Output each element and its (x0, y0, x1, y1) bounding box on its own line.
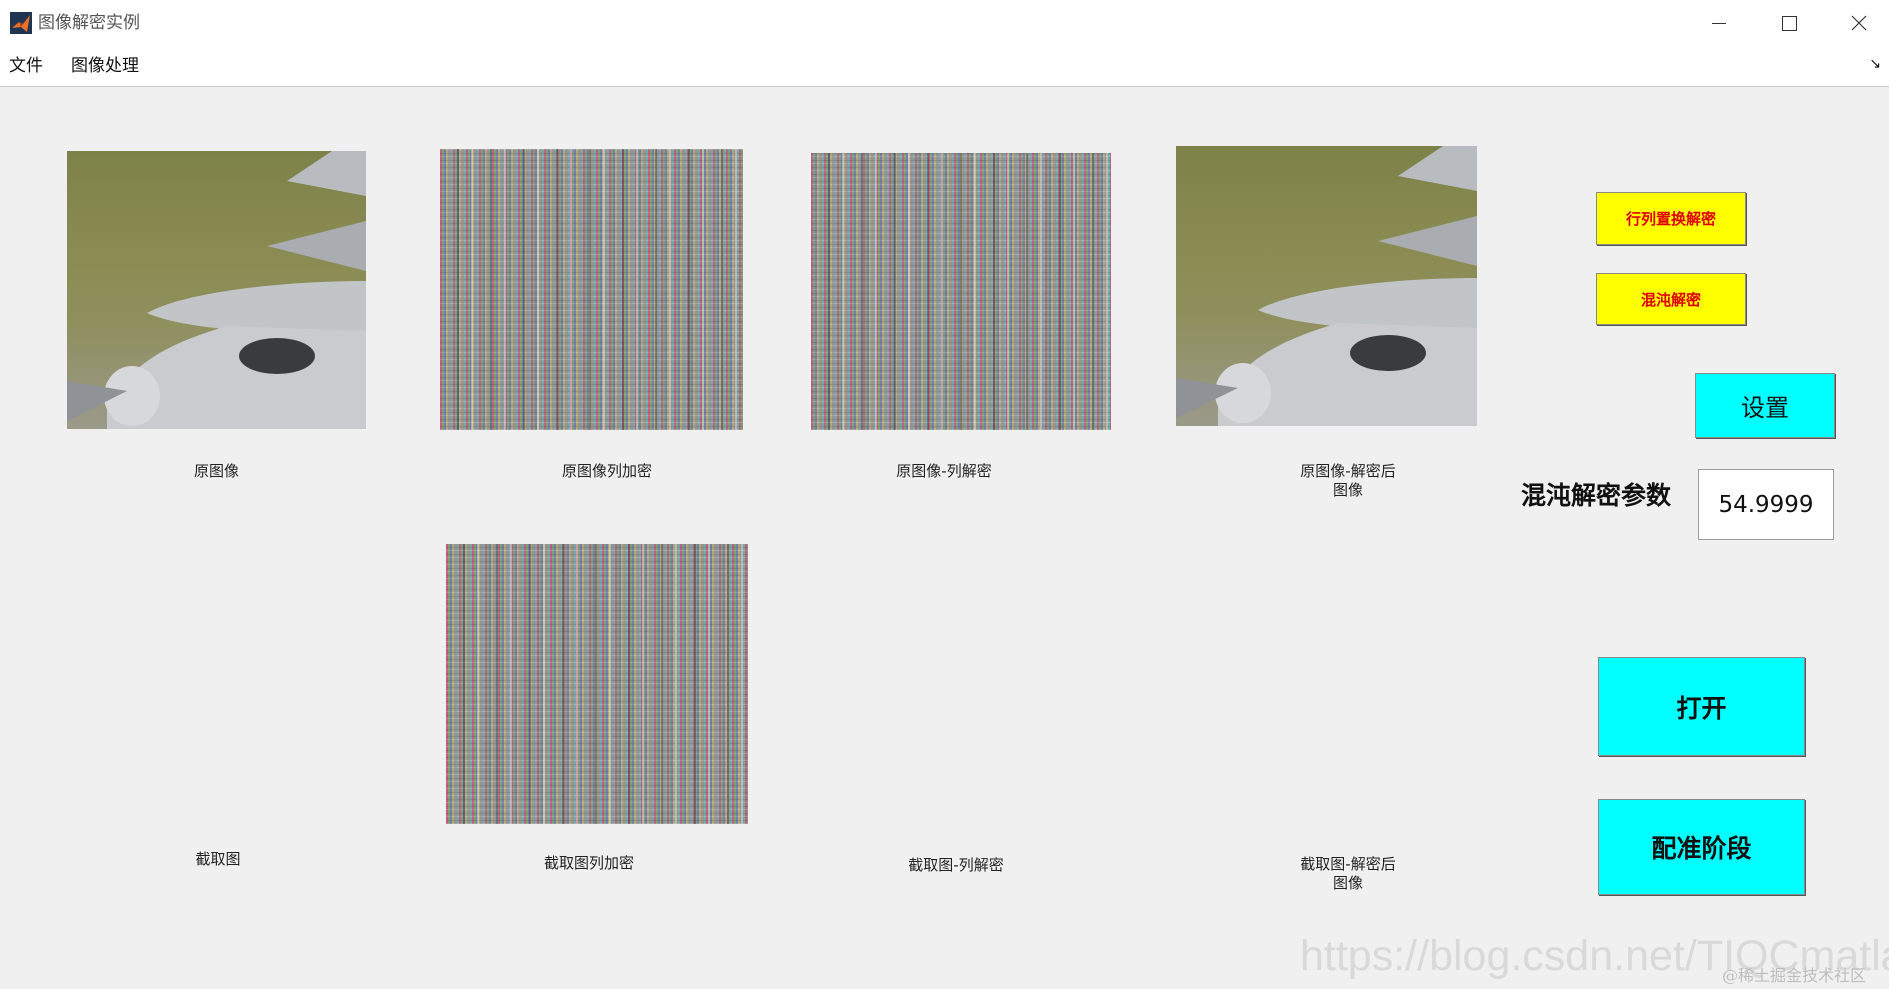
jet-fighter-image-icon (67, 151, 366, 429)
chaos-decrypt-param-input[interactable] (1698, 469, 1834, 540)
registration-stage-button[interactable]: 配准阶段 (1598, 799, 1805, 895)
original-column-encrypted-image (440, 149, 743, 430)
label-crop: 截取图 (195, 850, 241, 868)
original-image (67, 151, 366, 429)
close-button[interactable] (1824, 0, 1889, 46)
title-bar: 图像解密实例 (0, 0, 1889, 46)
menu-image-processing[interactable]: 图像处理 (71, 55, 139, 77)
label-original-column-decrypt: 原图像-列解密 (896, 462, 992, 480)
label-crop-decrypted-line2: 图像 (1332, 874, 1363, 892)
label-crop-column-decrypt: 截取图-列解密 (908, 856, 1004, 874)
chaos-decrypt-param-label: 混沌解密参数 (1521, 481, 1672, 510)
label-original: 原图像 (193, 462, 239, 480)
label-original-decrypted: 原图像-解密后 图像 (1260, 462, 1436, 500)
label-original-decrypted-line2: 图像 (1332, 481, 1363, 499)
maximize-button[interactable] (1754, 0, 1824, 46)
minimize-button[interactable] (1684, 0, 1754, 46)
original-column-decrypted-image (811, 153, 1111, 430)
dock-arrow-icon[interactable]: ↘ (1869, 56, 1881, 72)
label-original-decrypted-line1: 原图像-解密后 (1300, 462, 1396, 480)
minimize-icon (1712, 22, 1726, 24)
close-icon (1851, 15, 1867, 31)
label-crop-decrypted: 截取图-解密后 图像 (1260, 855, 1436, 893)
window-title: 图像解密实例 (38, 13, 140, 33)
matlab-logo-icon (10, 12, 32, 34)
label-crop-column-encrypt: 截取图列加密 (543, 854, 634, 872)
row-column-permutation-decrypt-button[interactable]: 行列置换解密 (1596, 192, 1746, 245)
label-original-column-encrypt: 原图像列加密 (561, 462, 652, 480)
jet-fighter-decrypted-icon (1176, 146, 1477, 426)
menu-bar: 文件 图像处理 ↘ (0, 46, 1889, 87)
menu-file[interactable]: 文件 (9, 55, 43, 77)
chaos-decrypt-button[interactable]: 混沌解密 (1596, 273, 1746, 325)
settings-button[interactable]: 设置 (1695, 373, 1835, 438)
original-decrypted-image (1176, 146, 1477, 426)
label-crop-decrypted-line1: 截取图-解密后 (1300, 855, 1396, 873)
maximize-icon (1781, 15, 1797, 31)
open-button[interactable]: 打开 (1598, 657, 1805, 756)
watermark-community: @稀土掘金技术社区 (1722, 966, 1867, 985)
crop-column-encrypted-image (446, 544, 748, 824)
